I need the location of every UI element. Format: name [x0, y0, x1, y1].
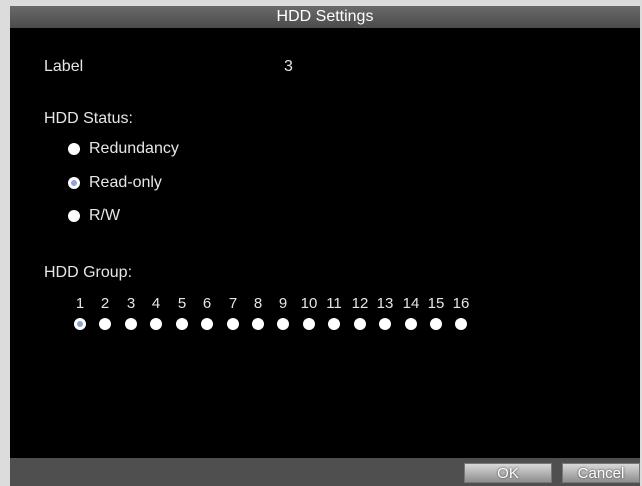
group-number: 4	[151, 295, 161, 312]
group-radio[interactable]	[176, 318, 188, 330]
status-option-rw[interactable]: R/W	[68, 207, 120, 225]
group-option-13[interactable]: 13	[373, 296, 397, 330]
group-number: 8	[253, 295, 263, 312]
status-option-redundancy[interactable]: Redundancy	[68, 140, 179, 158]
group-radio[interactable]	[74, 318, 86, 330]
ok-button[interactable]: OK	[464, 463, 552, 483]
group-number: 10	[300, 295, 318, 312]
group-radio[interactable]	[252, 318, 264, 330]
radio-button[interactable]	[68, 210, 80, 222]
group-option-16[interactable]: 16	[449, 296, 473, 330]
group-radio[interactable]	[277, 318, 289, 330]
group-number: 13	[376, 295, 394, 312]
group-option-14[interactable]: 14	[399, 296, 423, 330]
group-radio[interactable]	[99, 318, 111, 330]
group-radio[interactable]	[430, 318, 442, 330]
group-radio[interactable]	[379, 318, 391, 330]
dialog-button-bar: OK Cancel	[10, 458, 640, 486]
group-option-1[interactable]: 1	[68, 296, 92, 330]
label-caption: Label	[44, 58, 84, 75]
group-number: 1	[75, 295, 85, 312]
group-option-15[interactable]: 15	[424, 296, 448, 330]
hdd-status-heading: HDD Status:	[44, 110, 133, 127]
group-radio[interactable]	[303, 318, 315, 330]
group-number: 7	[228, 295, 238, 312]
group-number: 12	[351, 295, 369, 312]
group-number: 11	[326, 295, 342, 312]
group-option-12[interactable]: 12	[348, 296, 372, 330]
label-value: 3	[284, 58, 293, 75]
hdd-group-heading: HDD Group:	[44, 264, 133, 281]
group-number: 2	[100, 295, 110, 312]
status-option-label: Read-only	[89, 174, 162, 191]
group-option-7[interactable]: 7	[221, 296, 245, 330]
group-number: 16	[452, 295, 470, 312]
group-radio[interactable]	[354, 318, 366, 330]
group-number: 9	[278, 295, 288, 312]
group-radio[interactable]	[455, 318, 467, 330]
radio-button-selected[interactable]	[68, 177, 80, 189]
hdd-settings-dialog: HDD Settings Label 3 HDD Status: Redunda…	[10, 6, 640, 486]
cancel-button[interactable]: Cancel	[562, 463, 640, 483]
group-number: 5	[177, 295, 187, 312]
group-option-2[interactable]: 2	[93, 296, 117, 330]
status-option-label: R/W	[89, 207, 121, 224]
radio-button[interactable]	[68, 143, 80, 155]
group-number: 3	[126, 295, 136, 312]
status-option-label: Redundancy	[89, 140, 179, 157]
group-option-5[interactable]: 5	[170, 296, 194, 330]
group-radio[interactable]	[125, 318, 137, 330]
dialog-content: Label 3 HDD Status: Redundancy Read-only…	[10, 28, 640, 464]
group-number: 6	[202, 295, 212, 312]
group-radio[interactable]	[405, 318, 417, 330]
dialog-title: HDD Settings	[10, 6, 640, 28]
group-number: 14	[402, 295, 420, 312]
group-option-6[interactable]: 6	[195, 296, 219, 330]
group-option-9[interactable]: 9	[271, 296, 295, 330]
status-option-read-only[interactable]: Read-only	[68, 174, 162, 192]
group-number: 15	[427, 295, 445, 312]
group-option-11[interactable]: 11	[322, 296, 346, 330]
group-radio[interactable]	[328, 318, 340, 330]
group-option-3[interactable]: 3	[119, 296, 143, 330]
group-radio[interactable]	[150, 318, 162, 330]
group-option-10[interactable]: 10	[297, 296, 321, 330]
group-radio[interactable]	[227, 318, 239, 330]
group-option-4[interactable]: 4	[144, 296, 168, 330]
group-option-8[interactable]: 8	[246, 296, 270, 330]
group-radio[interactable]	[201, 318, 213, 330]
